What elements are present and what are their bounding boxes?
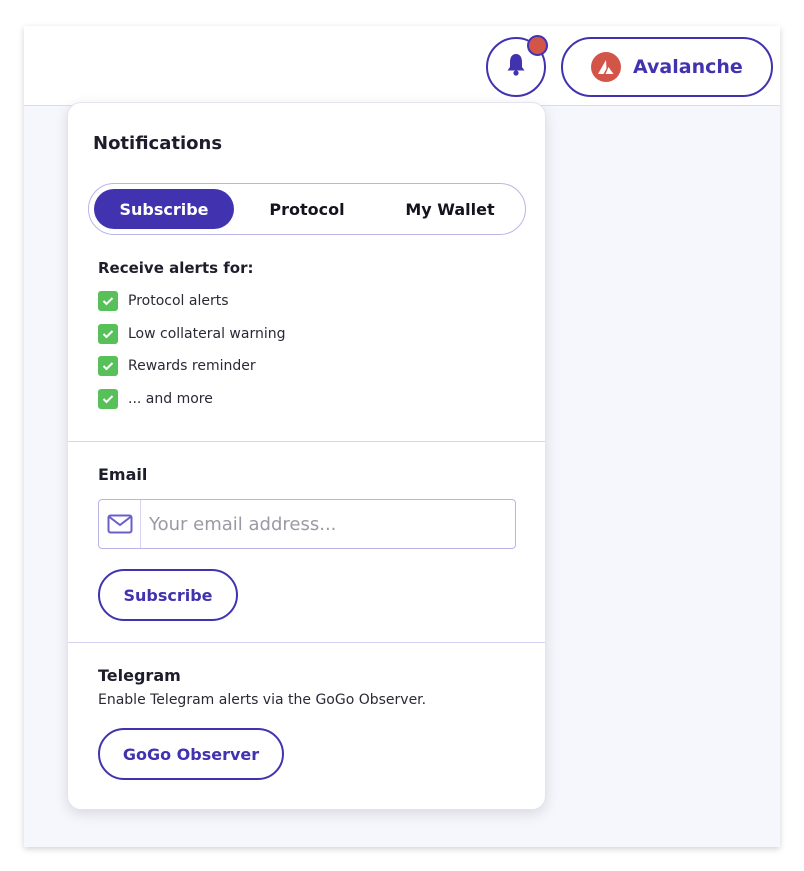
section-divider xyxy=(68,441,545,442)
section-divider xyxy=(68,642,545,643)
tab-my-wallet[interactable]: My Wallet xyxy=(380,189,520,229)
app-frame: Avalanche Notifications Subscribe Protoc… xyxy=(24,26,780,847)
list-item: ... and more xyxy=(98,388,285,409)
email-input[interactable] xyxy=(149,504,515,544)
tab-subscribe[interactable]: Subscribe xyxy=(94,189,234,229)
notifications-tabs: Subscribe Protocol My Wallet xyxy=(88,183,526,235)
telegram-description: Enable Telegram alerts via the GoGo Obse… xyxy=(98,692,427,708)
tab-protocol[interactable]: Protocol xyxy=(234,189,380,229)
alerts-heading: Receive alerts for: xyxy=(98,259,254,277)
bell-icon xyxy=(505,53,527,81)
network-label: Avalanche xyxy=(633,56,743,78)
list-item: Low collateral warning xyxy=(98,323,286,344)
gogo-observer-button[interactable]: GoGo Observer xyxy=(98,728,284,780)
notification-badge xyxy=(527,35,548,56)
network-selector-button[interactable]: Avalanche xyxy=(561,37,773,97)
panel-title: Notifications xyxy=(93,133,223,154)
checkmark-icon xyxy=(98,323,118,344)
avalanche-logo-icon xyxy=(591,52,621,82)
checkmark-icon xyxy=(98,291,118,311)
alert-label: ... and more xyxy=(128,390,213,407)
list-item: Rewards reminder xyxy=(98,356,285,377)
telegram-heading: Telegram xyxy=(98,666,181,685)
subscribe-button[interactable]: Subscribe xyxy=(98,569,238,621)
checkmark-icon xyxy=(98,388,118,409)
mail-icon xyxy=(99,500,141,548)
top-bar: Avalanche xyxy=(24,26,780,106)
email-field xyxy=(98,499,516,549)
list-item: Protocol alerts xyxy=(98,291,285,311)
checkmark-icon xyxy=(98,356,118,377)
alert-label: Low collateral warning xyxy=(128,325,286,342)
alert-list: Protocol alerts Low collateral warning R… xyxy=(98,291,285,421)
email-heading: Email xyxy=(98,465,148,484)
alert-label: Rewards reminder xyxy=(128,358,256,375)
notifications-panel: Notifications Subscribe Protocol My Wall… xyxy=(67,102,546,810)
alert-label: Protocol alerts xyxy=(128,293,229,309)
